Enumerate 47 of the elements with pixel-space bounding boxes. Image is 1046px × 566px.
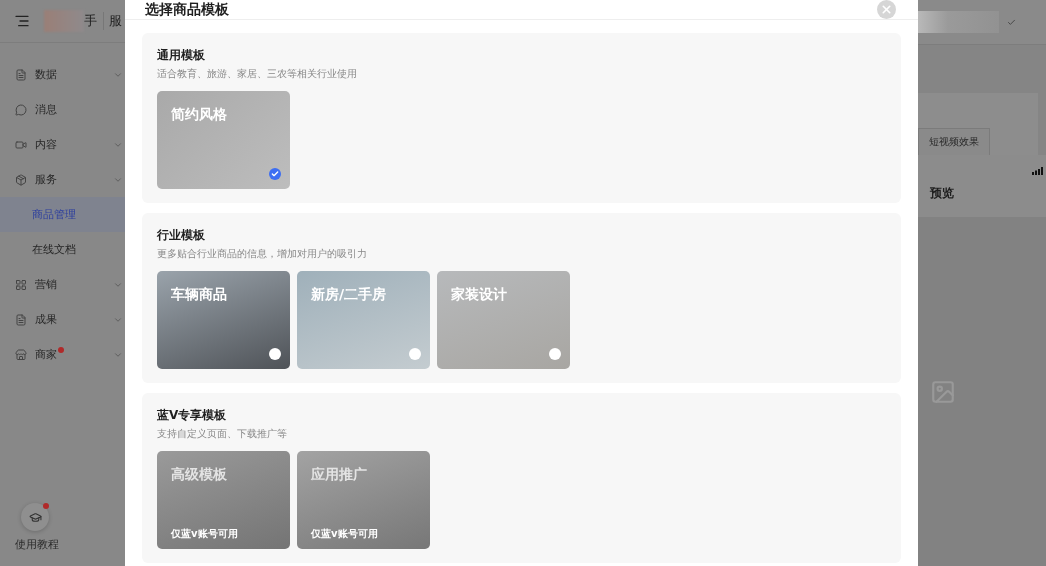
- sidebar-item[interactable]: 内容: [0, 127, 125, 162]
- card-note: 仅蓝v账号可用: [171, 527, 238, 541]
- card-title: 家装设计: [451, 286, 507, 304]
- menu-icon[interactable]: [14, 13, 30, 29]
- help-label: 使用教程: [15, 537, 59, 552]
- template-card[interactable]: 车辆商品: [157, 271, 290, 369]
- box-icon: [15, 173, 27, 186]
- card-title: 车辆商品: [171, 286, 227, 304]
- card-title: 高级模板: [171, 466, 227, 484]
- section-title: 通用模板: [157, 47, 206, 64]
- sidebar-subitem[interactable]: 在线文档: [0, 232, 125, 267]
- card-title: 简约风格: [171, 106, 227, 124]
- card-note: 仅蓝v账号可用: [311, 527, 378, 541]
- card-title: 新房/二手房: [311, 286, 387, 304]
- radio-icon[interactable]: [409, 348, 421, 360]
- section-description: 支持自定义页面、下载推广等: [157, 427, 288, 441]
- sidebar-item[interactable]: 服务: [0, 162, 125, 197]
- section-title: 蓝V专享模板: [157, 407, 228, 424]
- sidebar-item[interactable]: 成果: [0, 302, 125, 337]
- breadcrumb: 服: [103, 12, 122, 30]
- video-icon: [15, 138, 27, 151]
- tick-icon: [271, 170, 279, 178]
- graduation-cap-icon: [28, 510, 42, 524]
- radio-icon[interactable]: [269, 348, 281, 360]
- sidebar-item[interactable]: 营销: [0, 267, 125, 302]
- sidebar-item[interactable]: 消息: [0, 92, 125, 127]
- store-icon: [15, 348, 27, 361]
- dialog-title: 选择商品模板: [145, 0, 229, 19]
- check-icon[interactable]: [269, 168, 281, 180]
- brand-name: 手: [84, 12, 97, 30]
- radio-icon[interactable]: [549, 348, 561, 360]
- preview-tab[interactable]: 短视频效果: [918, 128, 990, 155]
- signal-icon: [1032, 167, 1044, 175]
- chat-icon: [15, 103, 27, 116]
- section-description: 更多贴合行业商品的信息，增加对用户的吸引力: [157, 247, 368, 261]
- help-button[interactable]: [21, 503, 49, 531]
- sidebar-item[interactable]: 数据: [0, 57, 125, 92]
- sidebar-item[interactable]: 商家: [0, 337, 125, 372]
- section-description: 适合教育、旅游、家居、三农等相关行业使用: [157, 67, 358, 81]
- preview-title: 预览: [930, 184, 954, 202]
- card-title: 应用推广: [311, 466, 367, 484]
- list-icon: [15, 313, 27, 326]
- section-title: 行业模板: [157, 227, 206, 244]
- grid-icon: [15, 278, 27, 291]
- close-icon: [880, 3, 893, 16]
- sidebar-subitem[interactable]: 商品管理: [0, 197, 125, 232]
- image-icon: [930, 378, 956, 405]
